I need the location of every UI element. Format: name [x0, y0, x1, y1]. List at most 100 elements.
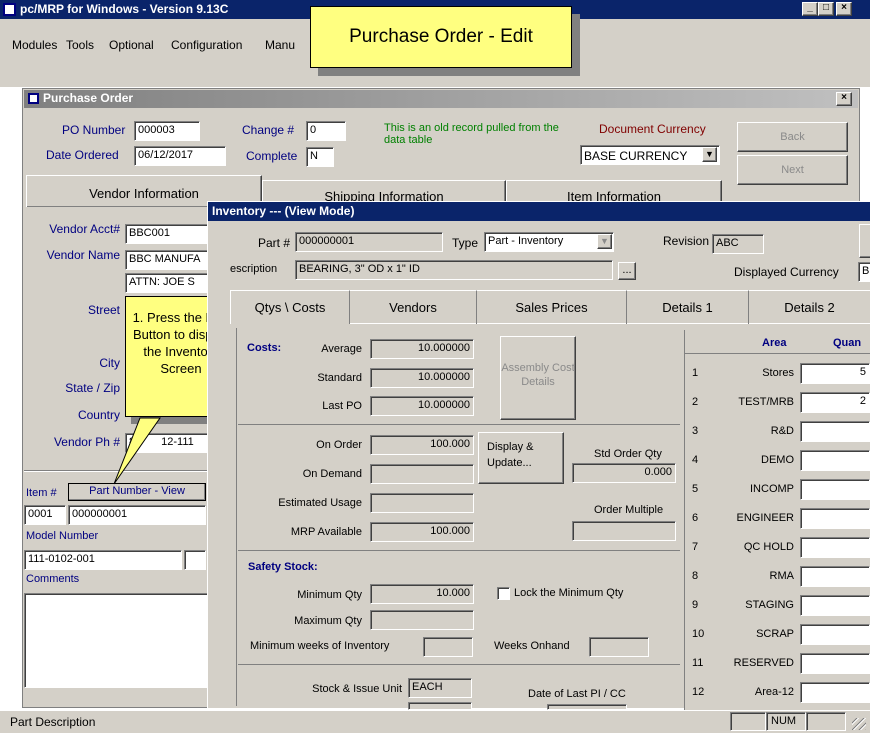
area-header: Area	[762, 337, 787, 349]
area-row[interactable]: 2 TEST/MRB 2	[686, 391, 870, 415]
on-order-field: 100.000	[370, 435, 474, 455]
area-row-number: 1	[692, 367, 699, 379]
area-row[interactable]: 3 R&D	[686, 420, 870, 444]
back-button[interactable]: Back	[737, 122, 848, 152]
app-icon	[3, 3, 16, 16]
complete-field[interactable]: N	[306, 147, 334, 167]
area-row-quantity[interactable]	[800, 421, 870, 442]
area-row-quantity[interactable]	[800, 624, 870, 645]
tab-details-1[interactable]: Details 1	[627, 290, 749, 324]
area-row-quantity[interactable]	[800, 595, 870, 616]
left-panel-edge	[236, 328, 237, 706]
lock-minimum-label: Lock the Minimum Qty	[514, 587, 624, 599]
area-row-name: INCOMP	[750, 483, 794, 495]
size-grip-icon[interactable]	[852, 718, 866, 730]
inv-part-field[interactable]: 000000001	[295, 232, 443, 252]
area-row-quantity[interactable]: 5	[800, 363, 870, 384]
item-number-field[interactable]: 0001	[24, 505, 66, 525]
comments-field[interactable]	[24, 593, 230, 688]
inv-side-button[interactable]	[859, 224, 870, 258]
menu-modules[interactable]: Modules	[12, 38, 57, 52]
average-field: 10.000000	[370, 339, 474, 359]
area-row[interactable]: 6 ENGINEER	[686, 507, 870, 531]
area-row[interactable]: 4 DEMO	[686, 449, 870, 473]
complete-label: Complete	[246, 149, 298, 163]
stock-unit-label: Stock & Issue Unit	[312, 683, 402, 695]
menu-configuration[interactable]: Configuration	[171, 38, 242, 52]
chevron-down-icon[interactable]: ▼	[702, 147, 717, 162]
safety-stock-label: Safety Stock:	[248, 561, 318, 573]
type-chevron-down-icon[interactable]: ▼	[597, 234, 612, 249]
area-row-number: 2	[692, 396, 699, 408]
display-update-button[interactable]: Display & Update...	[478, 432, 564, 484]
inv-type-label: Type	[452, 236, 479, 250]
model-extra-field[interactable]	[184, 550, 206, 570]
tab-sales-prices[interactable]: Sales Prices	[477, 290, 627, 324]
assembly-cost-details-button[interactable]: Assembly Cost Details	[500, 336, 576, 420]
area-row-name: SCRAP	[756, 628, 794, 640]
area-row[interactable]: 12 Area-12	[686, 681, 870, 705]
area-row-quantity[interactable]	[800, 450, 870, 471]
po-close-button[interactable]: ×	[836, 92, 852, 106]
area-row[interactable]: 5 INCOMP	[686, 478, 870, 502]
po-number-field[interactable]: 000003	[134, 121, 200, 141]
divider-2	[238, 550, 680, 551]
min-weeks-field	[423, 637, 473, 657]
inv-part-label: Part #	[258, 236, 291, 250]
area-row-quantity[interactable]	[800, 566, 870, 587]
divider-3	[238, 664, 680, 665]
area-row[interactable]: 7 QC HOLD	[686, 536, 870, 560]
area-row[interactable]: 9 STAGING	[686, 594, 870, 618]
area-row-quantity[interactable]	[800, 653, 870, 674]
minimum-qty-field: 10.000	[370, 584, 474, 604]
model-number-field[interactable]: 111-0102-001	[24, 550, 182, 570]
area-row-number: 12	[692, 686, 705, 698]
area-row-quantity[interactable]	[800, 682, 870, 703]
desc-ellipsis-button[interactable]: ...	[618, 262, 636, 280]
doc-currency-select[interactable]: BASE CURRENCY	[580, 145, 720, 165]
area-row-quantity[interactable]	[800, 537, 870, 558]
area-row[interactable]: 10 SCRAP	[686, 623, 870, 647]
area-row[interactable]: 1 Stores 5	[686, 362, 870, 386]
standard-label: Standard	[317, 372, 362, 384]
minimize-button[interactable]: _	[802, 2, 818, 16]
area-row[interactable]: 11 RESERVED	[686, 652, 870, 676]
inv-type-select[interactable]: Part - Inventory	[484, 232, 614, 252]
close-button[interactable]: ×	[836, 2, 852, 16]
lock-minimum-checkbox[interactable]	[497, 587, 510, 600]
displayed-currency-label: Displayed Currency	[734, 265, 839, 279]
costs-label: Costs:	[247, 342, 282, 354]
menu-manufacturing[interactable]: Manu	[265, 38, 295, 52]
menu-tools[interactable]: Tools	[66, 38, 94, 52]
area-row-quantity[interactable]	[800, 508, 870, 529]
stock-unit-field-2	[408, 702, 472, 710]
average-label: Average	[321, 343, 362, 355]
part-number-field[interactable]: 000000001	[68, 505, 206, 525]
change-field[interactable]: 0	[306, 121, 346, 141]
inv-revision-field[interactable]: ABC	[712, 234, 764, 254]
po-icon	[28, 93, 39, 104]
menu-optional[interactable]: Optional	[109, 38, 154, 52]
area-row-name: Stores	[762, 367, 794, 379]
standard-field: 10.000000	[370, 368, 474, 388]
tab-details-2[interactable]: Details 2	[749, 290, 870, 324]
tab-vendors[interactable]: Vendors	[350, 290, 477, 324]
area-row[interactable]: 8 RMA	[686, 565, 870, 589]
po-number-label: PO Number	[62, 123, 126, 137]
min-weeks-label: Minimum weeks of Inventory	[250, 640, 390, 652]
weeks-onhand-label: Weeks Onhand	[494, 640, 570, 652]
last-pi-label: Date of Last PI / CC	[528, 688, 626, 700]
area-row-quantity[interactable]	[800, 479, 870, 500]
displayed-currency-field[interactable]: B	[858, 262, 870, 282]
inv-revision-label: Revision	[663, 234, 710, 248]
tab-qtys-costs[interactable]: Qtys \ Costs	[230, 290, 350, 324]
std-order-qty-label: Std Order Qty	[594, 448, 662, 460]
area-row-quantity[interactable]: 2	[800, 392, 870, 413]
date-ordered-field[interactable]: 06/12/2017	[134, 146, 226, 166]
inv-desc-field[interactable]: BEARING, 3" OD x 1" ID	[295, 260, 613, 280]
area-row-name: STAGING	[745, 599, 794, 611]
inv-tab-strip: Qtys \ Costs Vendors Sales Prices Detail…	[230, 290, 870, 324]
next-button[interactable]: Next	[737, 155, 848, 185]
mrp-available-label: MRP Available	[290, 526, 362, 538]
maximize-button[interactable]: □	[818, 2, 834, 16]
